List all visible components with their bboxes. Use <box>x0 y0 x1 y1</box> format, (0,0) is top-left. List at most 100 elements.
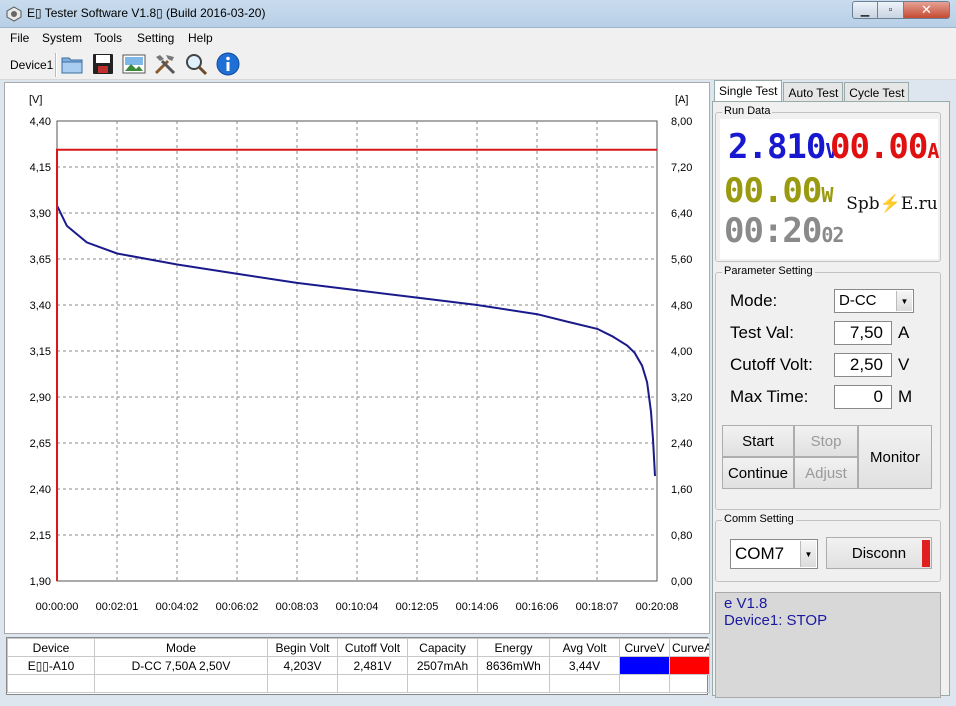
y-right-tick-label: 2,40 <box>671 438 692 450</box>
x-tick-label: 00:04:02 <box>156 601 199 613</box>
menu-help[interactable]: Help <box>188 31 213 45</box>
toolbar-separator <box>55 53 57 77</box>
close-button[interactable]: ✕ <box>904 1 950 19</box>
y-right-tick-label: 0,00 <box>671 576 692 588</box>
col-begin-volt: Begin Volt <box>267 638 338 657</box>
menu-setting[interactable]: Setting <box>137 31 174 45</box>
tab-auto-test[interactable]: Auto Test <box>783 82 844 103</box>
x-tick-label: 00:06:02 <box>216 601 259 613</box>
stop-button[interactable]: Stop <box>794 425 858 457</box>
max-time-label: Max Time: <box>730 387 809 406</box>
adjust-button[interactable]: Adjust <box>794 457 858 489</box>
toolbar: Device1 <box>0 48 956 80</box>
cell-device: E▯▯-A10 <box>7 656 95 675</box>
com-port-select[interactable]: COM7 ▼ <box>730 539 818 569</box>
cell-cutoff-volt: 2,481V <box>337 656 408 675</box>
start-button[interactable]: Start <box>722 425 794 457</box>
results-table: Device Mode Begin Volt Cutoff Volt Capac… <box>7 638 710 693</box>
menu-file[interactable]: File <box>10 31 29 45</box>
y-left-tick-label: 2,90 <box>30 392 51 404</box>
status-version: e V1.8 <box>724 595 768 612</box>
info-icon[interactable] <box>216 52 240 76</box>
y-left-tick-label: 3,90 <box>30 208 51 220</box>
col-energy: Energy <box>477 638 550 657</box>
folder-icon[interactable] <box>60 52 84 76</box>
cell-begin-volt: 4,203V <box>267 656 338 675</box>
table-empty-row <box>7 674 710 693</box>
window-controls: ▁ ▫ ✕ <box>852 1 950 19</box>
y-left-tick-label: 3,65 <box>30 254 51 266</box>
image-icon[interactable] <box>122 52 146 76</box>
table-header-row: Device Mode Begin Volt Cutoff Volt Capac… <box>7 638 710 657</box>
parameter-setting-group: Parameter Setting Mode: D-CC ▼ Test Val:… <box>715 265 941 510</box>
test-val-unit: A <box>898 323 910 342</box>
menu-bar: File System Tools Setting Help <box>0 28 956 48</box>
mode-label: Mode: <box>730 291 778 310</box>
parameter-setting-label: Parameter Setting <box>722 265 815 277</box>
col-avg-volt: Avg Volt <box>549 638 620 657</box>
y-left-tick-label: 3,40 <box>30 300 51 312</box>
y-left-tick-label: 2,15 <box>30 530 51 542</box>
y-right-tick-label: 5,60 <box>671 254 692 266</box>
disconnect-button[interactable]: Disconn <box>826 537 932 569</box>
voltage-readout: 2.810V <box>728 127 837 167</box>
menu-tools[interactable]: Tools <box>94 31 122 45</box>
chevron-down-icon: ▼ <box>800 541 816 567</box>
x-tick-label: 00:14:06 <box>456 601 499 613</box>
test-val-input[interactable]: 7,50 <box>834 321 892 345</box>
maximize-button[interactable]: ▫ <box>878 1 904 19</box>
x-tick-label: 00:10:04 <box>336 601 379 613</box>
single-test-panel: Run Data 2.810V 00.00A 00.00W 00:2002 Sp… <box>712 101 950 698</box>
col-curve-v: CurveV <box>619 638 670 657</box>
cell-curve-v-swatch <box>619 656 670 675</box>
menu-system[interactable]: System <box>42 31 82 45</box>
run-data-label: Run Data <box>722 105 773 117</box>
table-row[interactable]: E▯▯-A10 D-CC 7,50A 2,50V 4,203V 2,481V 2… <box>7 656 710 675</box>
cell-avg-volt: 3,44V <box>549 656 620 675</box>
save-icon[interactable] <box>91 52 115 76</box>
window-title: E▯ Tester Software V1.8▯ (Build 2016-03-… <box>27 6 266 20</box>
mode-select[interactable]: D-CC ▼ <box>834 289 914 313</box>
chevron-down-icon: ▼ <box>896 291 912 311</box>
y-left-tick-label: 2,40 <box>30 484 51 496</box>
y-left-tick-label: 2,65 <box>30 438 51 450</box>
continue-button[interactable]: Continue <box>722 457 794 489</box>
x-tick-label: 00:12:05 <box>396 601 439 613</box>
elapsed-time-readout: 00:2002 <box>724 211 844 251</box>
y-right-tick-label: 8,00 <box>671 116 692 128</box>
results-table-frame: Device Mode Begin Volt Cutoff Volt Capac… <box>6 637 710 695</box>
x-tick-label: 00:00:00 <box>36 601 79 613</box>
status-log: e V1.8 Device1: STOP <box>715 592 941 698</box>
cutoff-volt-input[interactable]: 2,50 <box>834 353 892 377</box>
cell-capacity: 2507mAh <box>407 656 478 675</box>
x-tick-label: 00:08:03 <box>276 601 319 613</box>
max-time-unit: M <box>898 387 913 406</box>
app-icon <box>6 6 22 22</box>
y-right-tick-label: 7,20 <box>671 162 692 174</box>
col-curve-a: CurveA <box>669 638 710 657</box>
x-tick-label: 00:20:08 <box>636 601 679 613</box>
col-device: Device <box>7 638 95 657</box>
max-time-input[interactable]: 0 <box>834 385 892 409</box>
discharge-chart: 4,40 4,15 3,90 3,65 3,40 3,15 2,90 2,65 2,40 2,15… <box>29 94 692 613</box>
tab-cycle-test[interactable]: Cycle Test <box>844 82 910 103</box>
power-readout: 00.00W <box>724 171 833 211</box>
y-right-unit-label: [A] <box>675 94 688 106</box>
y-right-tick-label: 6,40 <box>671 208 692 220</box>
y-left-tick-label: 1,90 <box>30 576 51 588</box>
y-right-tick-label: 1,60 <box>671 484 692 496</box>
y-left-tick-label: 3,15 <box>30 346 51 358</box>
minimize-button[interactable]: ▁ <box>852 1 878 19</box>
search-icon[interactable] <box>184 52 208 76</box>
col-capacity: Capacity <box>407 638 478 657</box>
comm-setting-label: Comm Setting <box>722 513 796 525</box>
current-readout: 00.00A <box>830 127 939 167</box>
spbe-logo: Spb⚡E.ru <box>846 171 938 237</box>
comm-setting-group: Comm Setting COM7 ▼ Disconn <box>715 513 941 582</box>
tools-icon[interactable] <box>153 52 177 76</box>
monitor-button[interactable]: Monitor <box>858 425 932 489</box>
tab-single-test[interactable]: Single Test <box>714 80 783 103</box>
chart-panel: 4,40 4,15 3,90 3,65 3,40 3,15 2,90 2,65 2,40 2,15… <box>4 82 710 634</box>
y-left-unit-label: [V] <box>29 94 42 106</box>
x-tick-label: 00:18:07 <box>576 601 619 613</box>
